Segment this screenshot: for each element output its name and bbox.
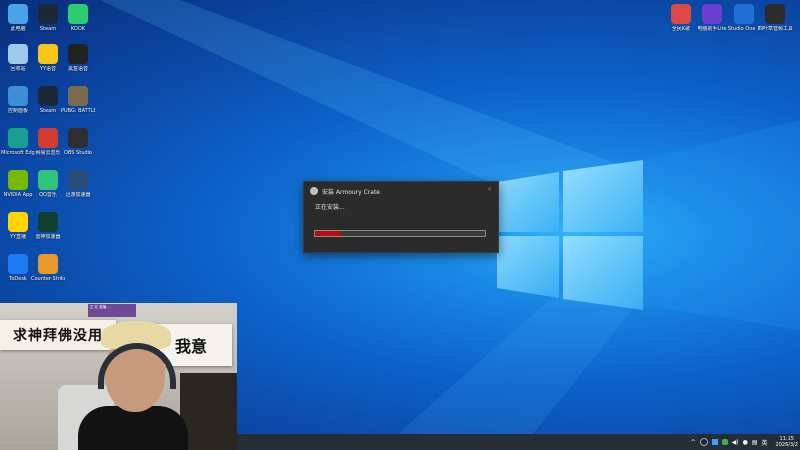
desktop-icon[interactable]: Microsoft Edge — [1, 128, 35, 156]
yy-icon — [38, 44, 58, 64]
desktop-icon[interactable]: KOOK — [61, 4, 95, 32]
desktop-icon[interactable]: OBS Studio — [61, 128, 95, 156]
dialog-title: 安装 Armoury Crate — [322, 188, 380, 196]
system-tray[interactable]: ^ ◀) ● ▤ 英 11:15 2026/3/2 — [691, 434, 798, 450]
control-panel-icon — [8, 86, 28, 106]
desktop-icon[interactable]: 控制面板 — [1, 86, 35, 114]
desktop-icon-label: NVIDIA App — [3, 192, 33, 198]
desktop-icon[interactable]: Steam — [31, 4, 65, 32]
obs-icon — [68, 128, 88, 148]
triangle-icon — [38, 212, 58, 232]
pubg-icon — [68, 86, 88, 106]
stream-overlay-text: 正 在 直播 ... — [88, 304, 136, 317]
desktop-icon-label: YY语音 — [39, 66, 57, 72]
desktop-icon-label: 此电脑 — [10, 26, 26, 32]
speedometer-icon — [68, 170, 88, 190]
desktop-icon[interactable]: 回收站 — [1, 44, 35, 72]
desktop-icon[interactable]: 黑盒语音 — [61, 44, 95, 72]
wechat-tray-icon[interactable] — [721, 439, 728, 445]
desktop-icon-label: QQ音乐 — [39, 192, 57, 198]
desktop-icon-label: ToDesk — [9, 276, 27, 282]
calligraphy-banner-left: 求神拜佛没用 — [0, 320, 116, 350]
steam-tray-icon[interactable] — [699, 438, 708, 446]
windows-logo — [497, 160, 643, 310]
desktop-icon-label: 网易云音乐 — [35, 150, 61, 156]
taskbar[interactable]: ^ ◀) ● ▤ 英 11:15 2026/3/2 — [237, 434, 800, 450]
desktop-icon[interactable]: 迅游加速器 — [61, 170, 95, 198]
steam-icon — [38, 4, 58, 24]
steam-icon — [38, 86, 58, 106]
todesk-icon — [8, 254, 28, 274]
desktop-icon-label: Studio One 7 — [727, 26, 761, 32]
edge-icon — [8, 128, 28, 148]
desktop-icon[interactable]: YY语音 — [31, 44, 65, 72]
desktop-icon[interactable]: 电脑助手Lite — [695, 4, 729, 32]
close-icon[interactable]: × — [487, 186, 492, 193]
desktop-icon-label: 回收站 — [10, 66, 26, 72]
computer-icon — [8, 4, 28, 24]
audio-tool-icon — [765, 4, 785, 24]
ime-indicator[interactable]: 英 — [762, 438, 768, 447]
desktop-icon-label: 黑盒语音 — [67, 66, 88, 72]
desktop-icon-label: 四叶草音频工具箱 — [758, 26, 792, 32]
install-status-text: 正在安装... — [315, 204, 345, 211]
desktop-icon-label: Steam — [39, 26, 57, 32]
clock[interactable]: 11:15 2026/3/2 — [776, 436, 798, 448]
assistant-icon — [702, 4, 722, 24]
webcam-overlay: 求神拜佛没用 我意 正 在 直播 ... — [0, 303, 237, 450]
desktop-icon-label: 全民K歌 — [671, 26, 691, 32]
desktop-icon-label: 迅游加速器 — [65, 192, 91, 198]
desktop-icon-label: PUBG: BATTLEGR... — [61, 108, 95, 114]
desktop-icon-label: 雷神加速器 — [35, 234, 61, 240]
desktop-icon-label: 电脑助手Lite — [697, 26, 727, 32]
webcam-person-body — [78, 406, 188, 450]
desktop-icon-label: KOOK — [70, 26, 86, 32]
desktop-icon-label: 控制面板 — [7, 108, 28, 114]
desktop-icon-label: Steam — [39, 108, 57, 114]
heybox-icon — [68, 44, 88, 64]
yy-live-icon — [8, 212, 28, 232]
dialog-title-bar[interactable]: 安装 Armoury Crate — [310, 185, 380, 197]
desktop-icon[interactable]: YY直播 — [1, 212, 35, 240]
desktop-icon[interactable]: Steam — [31, 86, 65, 114]
webcam-shelf — [180, 373, 237, 450]
desktop-icon[interactable]: Studio One 7 — [727, 4, 761, 32]
recycle-bin-icon — [8, 44, 28, 64]
chevron-up-icon[interactable]: ^ — [691, 439, 696, 446]
clock-date: 2026/3/2 — [775, 442, 798, 448]
install-progress-fill — [315, 231, 341, 236]
desktop-icon[interactable]: NVIDIA App — [1, 170, 35, 198]
install-progress-bar — [314, 230, 486, 237]
karaoke-icon — [671, 4, 691, 24]
kook-icon — [68, 4, 88, 24]
install-dialog[interactable]: 安装 Armoury Crate × 正在安装... — [303, 181, 499, 253]
cs2-icon — [38, 254, 58, 274]
desktop-icon[interactable]: 全民K歌 — [664, 4, 698, 32]
qq-music-icon — [38, 170, 58, 190]
desktop-icon-label: Microsoft Edge — [1, 150, 35, 156]
speaker-icon[interactable]: ◀) — [732, 439, 739, 446]
network-icon[interactable]: ▤ — [752, 439, 758, 446]
windows-tray-icon[interactable] — [711, 439, 718, 445]
desktop-icon[interactable]: ToDesk — [1, 254, 35, 282]
desktop-icon[interactable]: 网易云音乐 — [31, 128, 65, 156]
desktop-icon[interactable]: 四叶草音频工具箱 — [758, 4, 792, 32]
desktop-icon[interactable]: Counter-Strike 2 — [31, 254, 65, 282]
studio-one-icon — [734, 4, 754, 24]
desktop-icon[interactable]: 此电脑 — [1, 4, 35, 32]
desktop-icon[interactable]: QQ音乐 — [31, 170, 65, 198]
microphone-icon[interactable]: ● — [743, 439, 748, 446]
desktop-icon[interactable]: 雷神加速器 — [31, 212, 65, 240]
armoury-crate-icon — [310, 187, 318, 195]
desktop-icon-label: YY直播 — [9, 234, 27, 240]
netease-music-icon — [38, 128, 58, 148]
desktop-icon-label: OBS Studio — [64, 150, 92, 156]
nvidia-icon — [8, 170, 28, 190]
desktop-icon[interactable]: PUBG: BATTLEGR... — [61, 86, 95, 114]
desktop-icon-label: Counter-Strike 2 — [31, 276, 65, 282]
